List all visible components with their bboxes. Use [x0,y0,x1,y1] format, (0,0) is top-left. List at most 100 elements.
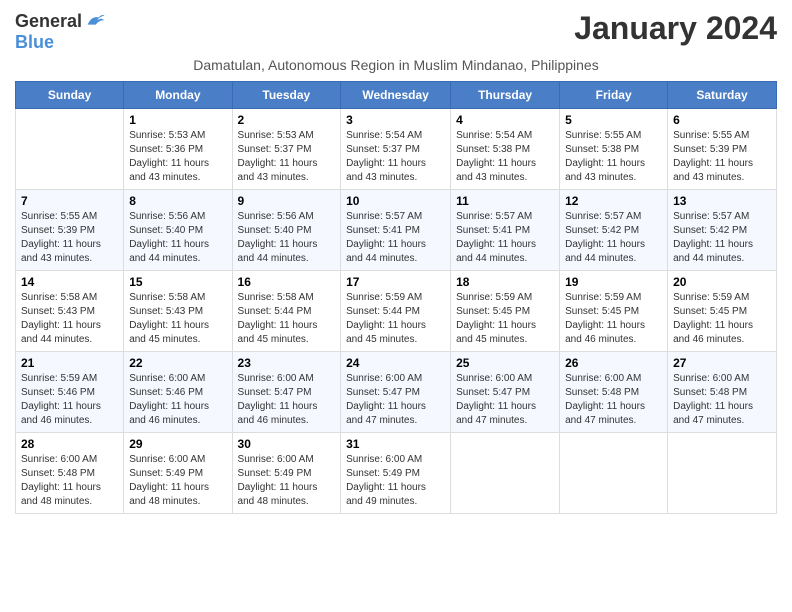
day-cell: 6 Sunrise: 5:55 AMSunset: 5:39 PMDaylight… [668,109,777,190]
day-cell: 17 Sunrise: 5:59 AMSunset: 5:44 PMDayligh… [341,271,451,352]
day-number: 2 [238,113,336,127]
day-number: 24 [346,356,445,370]
day-cell: 30Sunrise: 6:00 AMSunset: 5:49 PMDayligh… [232,433,341,514]
day-cell: 10Sunrise: 5:57 AMSunset: 5:41 PMDayligh… [341,190,451,271]
day-number: 28 [21,437,118,451]
day-number: 21 [21,356,118,370]
day-number: 27 [673,356,771,370]
day-cell [451,433,560,514]
day-info: Sunrise: 5:55 AMSunset: 5:39 PMDaylight:… [673,129,771,185]
day-number: 1 [129,113,226,127]
day-number: 16 [238,275,336,289]
day-number: 9 [238,194,336,208]
day-info: Sunrise: 6:00 AMSunset: 5:46 PMDaylight:… [129,372,226,428]
day-info: Sunrise: 5:59 AMSunset: 5:45 PMDaylight:… [565,291,662,347]
day-cell: 27 Sunrise: 6:00 AMSunset: 5:48 PMDayligh… [668,352,777,433]
day-number: 13 [673,194,771,208]
day-info: Sunrise: 6:00 AMSunset: 5:47 PMDaylight:… [346,372,445,428]
header-tuesday: Tuesday [232,82,341,109]
header-monday: Monday [124,82,232,109]
day-cell [560,433,668,514]
day-cell: 21 Sunrise: 5:59 AMSunset: 5:46 PMDayligh… [16,352,124,433]
week-row-5: 28 Sunrise: 6:00 AMSunset: 5:48 PMDayligh… [16,433,777,514]
day-cell: 18 Sunrise: 5:59 AMSunset: 5:45 PMDayligh… [451,271,560,352]
day-cell: 1 Sunrise: 5:53 AMSunset: 5:36 PMDaylight… [124,109,232,190]
day-number: 18 [456,275,554,289]
day-info: Sunrise: 5:56 AMSunset: 5:40 PMDaylight:… [238,210,336,266]
title-section: January 2024 [574,10,777,47]
day-number: 12 [565,194,662,208]
page-header: General Blue January 2024 [15,10,777,53]
day-info: Sunrise: 5:59 AMSunset: 5:46 PMDaylight:… [21,372,118,428]
day-info: Sunrise: 5:59 AMSunset: 5:44 PMDaylight:… [346,291,445,347]
day-info: Sunrise: 6:00 AMSunset: 5:47 PMDaylight:… [456,372,554,428]
day-cell: 15Sunrise: 5:58 AMSunset: 5:43 PMDayligh… [124,271,232,352]
day-info: Sunrise: 5:58 AMSunset: 5:43 PMDaylight:… [21,291,118,347]
day-info: Sunrise: 5:57 AMSunset: 5:42 PMDaylight:… [565,210,662,266]
day-info: Sunrise: 6:00 AMSunset: 5:48 PMDaylight:… [21,453,118,509]
week-row-4: 21 Sunrise: 5:59 AMSunset: 5:46 PMDayligh… [16,352,777,433]
day-cell [668,433,777,514]
day-number: 23 [238,356,336,370]
day-number: 15 [129,275,226,289]
day-number: 7 [21,194,118,208]
day-cell: 11 Sunrise: 5:57 AMSunset: 5:41 PMDayligh… [451,190,560,271]
calendar-header-row: SundayMondayTuesdayWednesdayThursdayFrid… [16,82,777,109]
day-cell: 28 Sunrise: 6:00 AMSunset: 5:48 PMDayligh… [16,433,124,514]
day-info: Sunrise: 5:53 AMSunset: 5:36 PMDaylight:… [129,129,226,185]
day-number: 17 [346,275,445,289]
day-cell: 22 Sunrise: 6:00 AMSunset: 5:46 PMDayligh… [124,352,232,433]
day-cell: 31 Sunrise: 6:00 AMSunset: 5:49 PMDayligh… [341,433,451,514]
day-cell: 13 Sunrise: 5:57 AMSunset: 5:42 PMDayligh… [668,190,777,271]
week-row-3: 14 Sunrise: 5:58 AMSunset: 5:43 PMDayligh… [16,271,777,352]
day-cell: 25 Sunrise: 6:00 AMSunset: 5:47 PMDayligh… [451,352,560,433]
header-sunday: Sunday [16,82,124,109]
day-number: 14 [21,275,118,289]
day-number: 19 [565,275,662,289]
logo: General Blue [15,10,106,53]
header-wednesday: Wednesday [341,82,451,109]
day-info: Sunrise: 5:59 AMSunset: 5:45 PMDaylight:… [456,291,554,347]
day-cell: 24 Sunrise: 6:00 AMSunset: 5:47 PMDayligh… [341,352,451,433]
day-info: Sunrise: 6:00 AMSunset: 5:49 PMDaylight:… [129,453,226,509]
day-cell: 12 Sunrise: 5:57 AMSunset: 5:42 PMDayligh… [560,190,668,271]
logo-general-text: General [15,11,82,32]
day-number: 11 [456,194,554,208]
header-thursday: Thursday [451,82,560,109]
day-info: Sunrise: 5:56 AMSunset: 5:40 PMDaylight:… [129,210,226,266]
day-cell: 29Sunrise: 6:00 AMSunset: 5:49 PMDayligh… [124,433,232,514]
day-cell: 9 Sunrise: 5:56 AMSunset: 5:40 PMDaylight… [232,190,341,271]
day-info: Sunrise: 5:57 AMSunset: 5:41 PMDaylight:… [456,210,554,266]
logo-bird-icon [84,10,106,32]
day-number: 8 [129,194,226,208]
day-cell: 23 Sunrise: 6:00 AMSunset: 5:47 PMDayligh… [232,352,341,433]
day-info: Sunrise: 6:00 AMSunset: 5:49 PMDaylight:… [238,453,336,509]
day-info: Sunrise: 5:57 AMSunset: 5:42 PMDaylight:… [673,210,771,266]
day-cell: 14 Sunrise: 5:58 AMSunset: 5:43 PMDayligh… [16,271,124,352]
day-number: 22 [129,356,226,370]
day-cell: 16 Sunrise: 5:58 AMSunset: 5:44 PMDayligh… [232,271,341,352]
day-info: Sunrise: 5:59 AMSunset: 5:45 PMDaylight:… [673,291,771,347]
month-title: January 2024 [574,10,777,47]
day-number: 25 [456,356,554,370]
day-info: Sunrise: 6:00 AMSunset: 5:47 PMDaylight:… [238,372,336,428]
day-info: Sunrise: 6:00 AMSunset: 5:49 PMDaylight:… [346,453,445,509]
day-cell: 26Sunrise: 6:00 AMSunset: 5:48 PMDayligh… [560,352,668,433]
day-info: Sunrise: 5:58 AMSunset: 5:44 PMDaylight:… [238,291,336,347]
day-info: Sunrise: 5:55 AMSunset: 5:39 PMDaylight:… [21,210,118,266]
day-cell [16,109,124,190]
day-cell: 2Sunrise: 5:53 AMSunset: 5:37 PMDaylight… [232,109,341,190]
week-row-2: 7 Sunrise: 5:55 AMSunset: 5:39 PMDaylight… [16,190,777,271]
day-cell: 7 Sunrise: 5:55 AMSunset: 5:39 PMDaylight… [16,190,124,271]
day-cell: 5Sunrise: 5:55 AMSunset: 5:38 PMDaylight… [560,109,668,190]
day-number: 6 [673,113,771,127]
day-number: 26 [565,356,662,370]
day-info: Sunrise: 6:00 AMSunset: 5:48 PMDaylight:… [673,372,771,428]
header-friday: Friday [560,82,668,109]
day-number: 5 [565,113,662,127]
day-number: 31 [346,437,445,451]
day-cell: 19 Sunrise: 5:59 AMSunset: 5:45 PMDayligh… [560,271,668,352]
subtitle: Damatulan, Autonomous Region in Muslim M… [15,57,777,73]
header-saturday: Saturday [668,82,777,109]
week-row-1: 1 Sunrise: 5:53 AMSunset: 5:36 PMDaylight… [16,109,777,190]
